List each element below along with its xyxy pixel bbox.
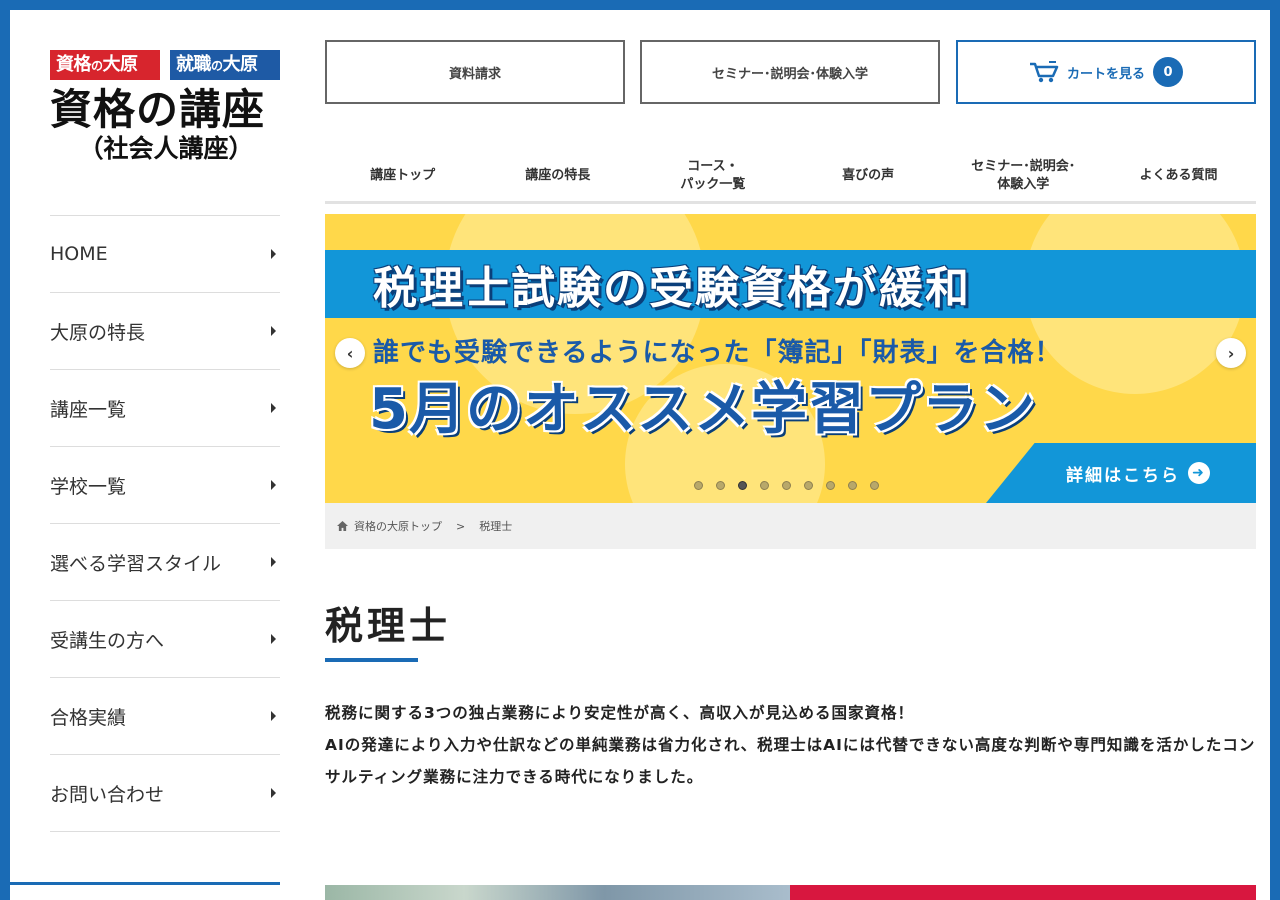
caret-right-icon: [271, 249, 276, 259]
shushoku-no-ohara-logo[interactable]: 就職の大原: [170, 50, 280, 80]
sidebar-item-label: 受講生の方へ: [50, 629, 165, 652]
course-nav: 講座トップ 講座の特長 コース・ パック一覧 喜びの声 セミナー･説明会･ 体験…: [325, 150, 1256, 204]
description-paragraph: 税務に関する3つの独占業務により安定性が高く、高収入が見込める国家資格！: [325, 704, 914, 722]
sidebar-item-students[interactable]: 受講生の方へ: [50, 601, 280, 678]
carousel-prev-button[interactable]: ‹: [335, 338, 365, 368]
chevron-right-icon: ›: [1227, 343, 1235, 363]
cart-label: カートを見る: [1066, 66, 1145, 82]
banner-main-copy: 5月のオススメ学習プラン: [369, 377, 1036, 442]
caret-right-icon: [271, 557, 276, 567]
caret-right-icon: [271, 788, 276, 798]
carousel-dot[interactable]: [782, 481, 791, 490]
breadcrumb-home-link[interactable]: 資格の大原トップ: [354, 518, 442, 534]
caret-right-icon: [271, 326, 276, 336]
caret-right-icon: [271, 711, 276, 721]
sidebar-item-label: 選べる学習スタイル: [50, 552, 222, 575]
tab-faq[interactable]: よくある質問: [1101, 150, 1256, 201]
sidebar-item-home[interactable]: HOME: [50, 216, 280, 293]
sidebar-item-learning-style[interactable]: 選べる学習スタイル: [50, 524, 280, 601]
carousel-dot[interactable]: [804, 481, 813, 490]
title-underline: [325, 658, 418, 662]
site-subtitle: （社会人講座）: [78, 134, 254, 163]
sidebar-item-results[interactable]: 合格実績: [50, 678, 280, 755]
page-frame: 資格の大原 就職の大原 資格の講座 （社会人講座） HOME 大原の特長 講座一…: [10, 10, 1270, 900]
breadcrumb: 資格の大原トップ > 税理士: [325, 503, 1256, 549]
carousel-dot-active[interactable]: [738, 481, 747, 490]
carousel-dot[interactable]: [826, 481, 835, 490]
cart-icon: [1029, 61, 1059, 83]
site-title[interactable]: 資格の講座: [50, 86, 282, 134]
sidebar-item-schools[interactable]: 学校一覧: [50, 447, 280, 524]
tab-testimonials[interactable]: 喜びの声: [791, 150, 946, 201]
banner-details-button[interactable]: 詳細はこちら ➜: [986, 443, 1256, 503]
tab-course-features[interactable]: 講座の特長: [480, 150, 635, 201]
caret-right-icon: [271, 403, 276, 413]
sidebar-item-label: 大原の特長: [50, 321, 146, 344]
course-description: 税務に関する3つの独占業務により安定性が高く、高収入が見込める国家資格！ AIの…: [325, 697, 1256, 793]
chevron-left-icon: ‹: [346, 343, 354, 363]
sidebar-nav: HOME 大原の特長 講座一覧 学校一覧 選べる学習スタイル 受講生の方へ 合格…: [50, 215, 280, 832]
request-materials-button[interactable]: 資料請求: [325, 40, 625, 104]
next-section-preview: [325, 885, 1256, 900]
sidebar-item-features[interactable]: 大原の特長: [50, 293, 280, 370]
arrow-right-circle-icon: ➜: [1188, 462, 1210, 484]
carousel-dot[interactable]: [848, 481, 857, 490]
sidebar-item-courses[interactable]: 講座一覧: [50, 370, 280, 447]
section-red-panel: [790, 885, 1256, 900]
logo-tags[interactable]: 資格の大原 就職の大原: [50, 50, 280, 80]
sidebar-item-label: HOME: [50, 243, 108, 265]
breadcrumb-current: 税理士: [479, 520, 513, 533]
caret-right-icon: [271, 634, 276, 644]
description-paragraph: AIの発達により入力や仕訳などの単純業務は省力化され、税理士はAIには代替できな…: [325, 736, 1256, 786]
sidebar-item-label: お問い合わせ: [50, 783, 165, 806]
tab-seminars[interactable]: セミナー･説明会･ 体験入学: [946, 150, 1101, 201]
page-title: 税理士: [325, 604, 452, 648]
sidebar-item-label: 合格実績: [50, 706, 127, 729]
section-image: [325, 885, 790, 900]
tab-course-list[interactable]: コース・ パック一覧: [635, 150, 790, 201]
hero-carousel[interactable]: 税理士試験の受験資格が緩和 誰でも受験できるようになった「簿記」「財表」を合格！…: [325, 214, 1256, 503]
carousel-dot[interactable]: [694, 481, 703, 490]
sidebar-item-label: 講座一覧: [50, 398, 127, 421]
carousel-pagination: [694, 481, 879, 490]
cart-count-badge: 0: [1153, 57, 1183, 87]
carousel-next-button[interactable]: ›: [1216, 338, 1246, 368]
tab-course-top[interactable]: 講座トップ: [325, 150, 480, 201]
shikaku-no-ohara-logo[interactable]: 資格の大原: [50, 50, 160, 80]
sidebar-item-contact[interactable]: お問い合わせ: [50, 755, 280, 832]
carousel-dot[interactable]: [760, 481, 769, 490]
carousel-dot[interactable]: [716, 481, 725, 490]
sidebar-divider: [10, 882, 280, 885]
home-icon: [337, 521, 348, 531]
caret-right-icon: [271, 480, 276, 490]
view-cart-button[interactable]: カートを見る 0: [956, 40, 1256, 104]
carousel-dot[interactable]: [870, 481, 879, 490]
breadcrumb-separator: >: [456, 519, 466, 533]
banner-headline: 税理士試験の受験資格が緩和: [373, 263, 971, 314]
banner-cta-label: 詳細はこちら: [1066, 465, 1180, 486]
sidebar-item-label: 学校一覧: [50, 475, 127, 498]
seminar-button[interactable]: セミナー･説明会･体験入学: [640, 40, 940, 104]
